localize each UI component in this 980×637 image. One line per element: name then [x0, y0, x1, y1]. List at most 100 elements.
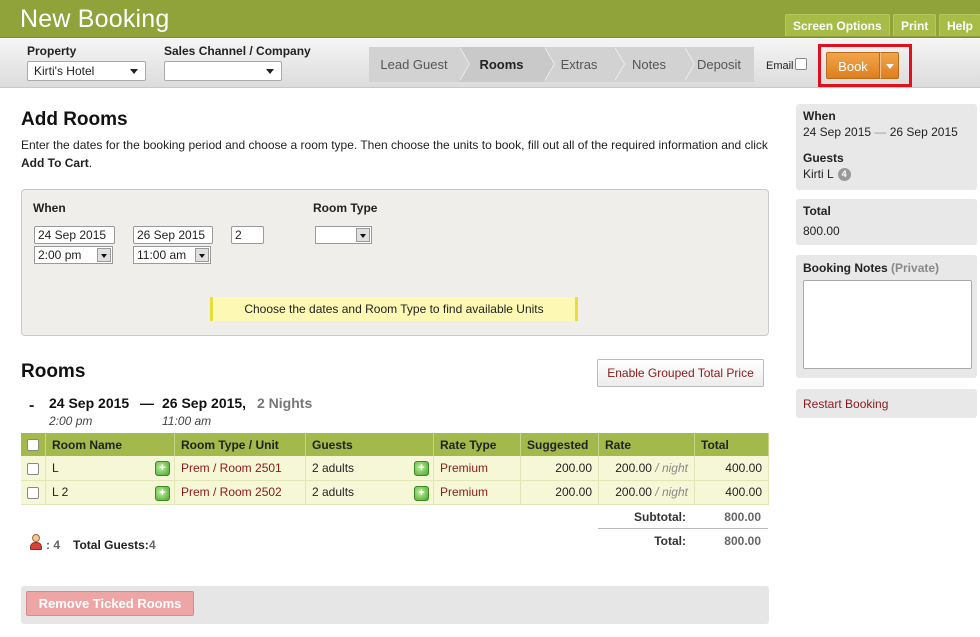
- row-checkbox[interactable]: [27, 462, 39, 475]
- subtotal-value: 800.00: [724, 510, 761, 524]
- rate-cell[interactable]: 200.00 / night: [598, 480, 695, 505]
- step-rooms[interactable]: Rooms: [459, 47, 555, 82]
- sales-channel-select[interactable]: [164, 61, 282, 81]
- chevron-down-icon: [130, 69, 138, 74]
- edit-icon[interactable]: +: [414, 485, 429, 501]
- room-type-select[interactable]: [315, 226, 372, 244]
- col-suggested[interactable]: Suggested: [520, 433, 599, 456]
- room-unit-link[interactable]: Prem / Room 2502: [181, 485, 282, 499]
- guest-icon: [29, 534, 43, 550]
- chevron-down-icon: [356, 228, 370, 242]
- select-all-checkbox[interactable]: [27, 439, 39, 452]
- sidebar-total-label: Total: [803, 204, 831, 218]
- sidebar-start-date: 24 Sep 2015: [803, 125, 872, 139]
- availability-hint: Choose the dates and Room Type to find a…: [210, 297, 578, 321]
- page-title: New Booking: [20, 5, 170, 33]
- print-button[interactable]: Print: [893, 14, 937, 36]
- row-select-cell: [21, 456, 46, 481]
- range-start-date: 24 Sep 2015: [49, 395, 130, 411]
- notes-label-text: Booking Notes: [803, 261, 888, 275]
- range-separator: —: [140, 395, 154, 411]
- edit-icon[interactable]: +: [155, 485, 170, 501]
- col-room-type-unit[interactable]: Room Type / Unit: [174, 433, 306, 456]
- rate-type-link[interactable]: Premium: [440, 485, 488, 499]
- sidebar-when-dates: 24 Sep 2015 — 26 Sep 2015: [803, 125, 958, 139]
- total-guests-label: Total Guests:: [73, 538, 149, 552]
- guests-cell: 2 adults +: [305, 480, 434, 505]
- step-label: Notes: [632, 57, 666, 72]
- enable-grouped-total-button[interactable]: Enable Grouped Total Price: [597, 359, 764, 387]
- table-row: L 2 + Prem / Room 2502 2 adults + Premium …: [21, 480, 769, 505]
- start-date-input[interactable]: 24 Sep 2015: [34, 226, 115, 244]
- rate-value: 200.00: [615, 460, 652, 475]
- total-cell: 400.00: [694, 480, 769, 505]
- book-dropdown-button[interactable]: [880, 52, 899, 79]
- room-unit-cell: Prem / Room 2501: [174, 456, 306, 481]
- col-total[interactable]: Total: [694, 433, 769, 456]
- step-label: Rooms: [479, 57, 524, 72]
- rate-unit: / night: [655, 460, 688, 475]
- rooms-table: Room Name Room Type / Unit Guests Rate T…: [21, 433, 769, 505]
- suggested-cell: 200.00: [520, 480, 599, 505]
- end-date-input[interactable]: 26 Sep 2015: [133, 226, 213, 244]
- instruction-text: Enter the dates for the booking period a…: [21, 138, 768, 152]
- total-cell: 400.00: [694, 456, 769, 481]
- room-name: L 2: [52, 485, 69, 499]
- rate-cell[interactable]: 200.00 / night: [598, 456, 695, 481]
- end-time-value: 11:00 am: [137, 248, 187, 262]
- screen-options-button[interactable]: Screen Options: [785, 14, 890, 36]
- sidebar-end-date: 26 Sep 2015: [889, 125, 958, 139]
- sidebar-date-separator: —: [874, 125, 887, 139]
- sidebar-guest: Kirti L4: [803, 167, 851, 182]
- remove-ticked-rooms-button[interactable]: Remove Ticked Rooms: [26, 591, 194, 616]
- rate-type-cell: Premium: [433, 456, 521, 481]
- total-guests-value: 4: [149, 538, 156, 552]
- room-unit-cell: Prem / Room 2502: [174, 480, 306, 505]
- rate-type-link[interactable]: Premium: [440, 461, 488, 475]
- total-value: 800.00: [724, 534, 761, 548]
- booking-notes-textarea[interactable]: [803, 280, 972, 369]
- edit-icon[interactable]: +: [414, 461, 429, 476]
- property-select[interactable]: Kirti's Hotel: [27, 61, 146, 81]
- guests-cell: 2 adults +: [305, 456, 434, 481]
- guests-value: 2 adults: [312, 460, 355, 475]
- step-label: Lead Guest: [380, 57, 448, 72]
- select-all-cell: [21, 433, 46, 456]
- edit-icon[interactable]: +: [155, 461, 170, 476]
- instruction-end: .: [88, 156, 93, 170]
- col-rate[interactable]: Rate: [598, 433, 695, 456]
- guest-count-badge: 4: [837, 168, 851, 182]
- room-unit-link[interactable]: Prem / Room 2501: [181, 461, 282, 475]
- email-checkbox[interactable]: [795, 58, 807, 70]
- property-label: Property: [27, 44, 77, 58]
- collapse-toggle[interactable]: -: [29, 397, 34, 415]
- notes-private-tag: (Private): [891, 261, 940, 275]
- restart-booking-link[interactable]: Restart Booking: [803, 397, 888, 411]
- room-name: L: [52, 460, 59, 475]
- email-label: Email: [766, 60, 794, 72]
- sidebar-guest-name[interactable]: Kirti L: [803, 167, 834, 181]
- col-room-name[interactable]: Room Name: [45, 433, 175, 456]
- start-time-select[interactable]: 2:00 pm: [34, 246, 113, 264]
- subtotal-label: Subtotal:: [634, 510, 686, 524]
- rooms-heading: Rooms: [21, 361, 86, 382]
- total-label: Total:: [654, 534, 686, 548]
- sales-channel-label: Sales Channel / Company: [164, 44, 311, 58]
- book-button[interactable]: Book: [826, 52, 880, 79]
- col-guests[interactable]: Guests: [305, 433, 434, 456]
- step-label: Deposit: [696, 57, 742, 72]
- add-rooms-heading: Add Rooms: [21, 109, 128, 130]
- guests-value: 2 adults: [312, 485, 355, 499]
- room-name-cell: L +: [45, 456, 175, 481]
- room-name-cell: L 2 +: [45, 480, 175, 505]
- nights-input[interactable]: 2: [231, 226, 264, 244]
- sidebar-guests-label: Guests: [803, 151, 844, 165]
- end-time-select[interactable]: 11:00 am: [133, 246, 211, 264]
- chevron-down-icon: [266, 69, 274, 74]
- col-rate-type[interactable]: Rate Type: [433, 433, 521, 456]
- help-button[interactable]: Help: [939, 14, 980, 36]
- step-lead-guest[interactable]: Lead Guest: [369, 47, 470, 82]
- chevron-down-icon: [97, 248, 111, 262]
- row-checkbox[interactable]: [27, 486, 39, 499]
- range-end-time: 11:00 am: [162, 414, 212, 428]
